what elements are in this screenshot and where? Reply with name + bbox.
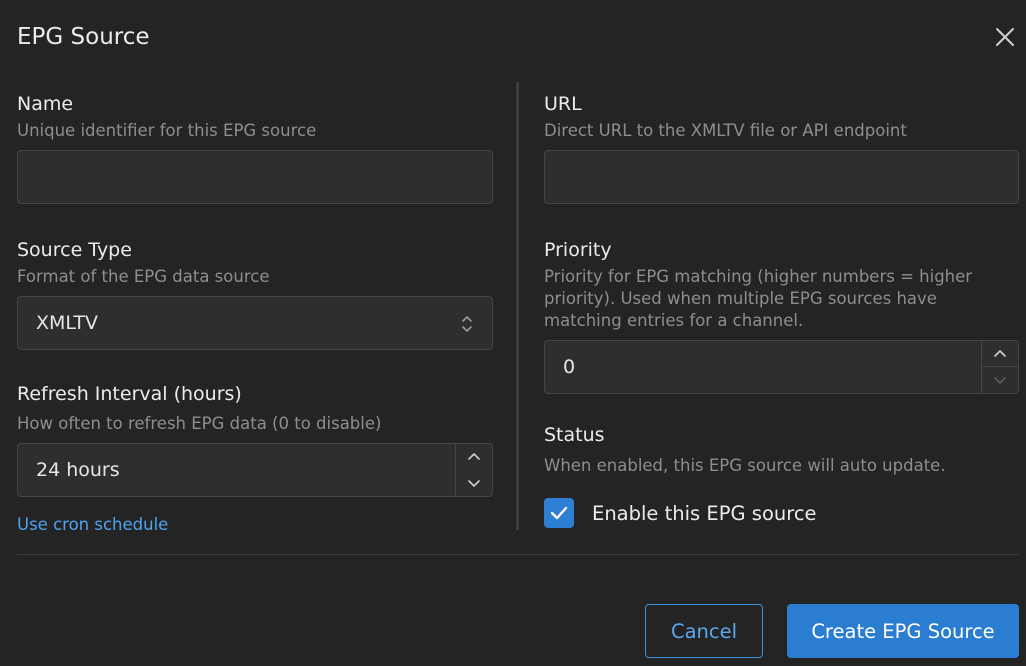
chevron-up-icon	[468, 452, 480, 460]
priority-value: 0	[563, 356, 576, 378]
status-help: When enabled, this EPG source will auto …	[544, 456, 946, 475]
url-field-group: URL Direct URL to the XMLTV file or API …	[544, 88, 1019, 204]
priority-increment-button[interactable]	[982, 341, 1018, 367]
refresh-increment-button[interactable]	[456, 444, 492, 470]
priority-label: Priority	[544, 239, 612, 261]
source-type-group: Source Type Format of the EPG data sourc…	[17, 234, 493, 350]
priority-help: Priority for EPG matching (higher number…	[544, 267, 973, 330]
source-type-label: Source Type	[17, 239, 132, 261]
url-label: URL	[544, 93, 582, 115]
footer-divider	[17, 554, 1019, 555]
enable-source-label: Enable this EPG source	[592, 501, 817, 525]
source-type-help: Format of the EPG data source	[17, 267, 270, 286]
refresh-interval-value: 24 hours	[36, 459, 120, 481]
enable-source-row: Enable this EPG source	[544, 498, 1019, 528]
check-icon	[550, 506, 568, 520]
name-label: Name	[17, 93, 74, 115]
status-group: Status When enabled, this EPG source wil…	[544, 419, 1019, 528]
chevron-down-icon	[994, 377, 1006, 384]
url-input[interactable]	[545, 151, 1018, 203]
enable-source-checkbox[interactable]	[544, 498, 574, 528]
close-button[interactable]	[990, 22, 1020, 52]
chevron-up-down-icon	[462, 316, 472, 332]
close-icon	[996, 28, 1014, 46]
source-type-select[interactable]: XMLTV	[17, 296, 493, 350]
name-input-wrapper	[17, 150, 493, 204]
priority-decrement-button[interactable]	[982, 367, 1018, 393]
epg-source-dialog: EPG Source Name Unique identifier for th…	[0, 0, 1026, 666]
priority-group: Priority Priority for EPG matching (high…	[544, 234, 1019, 394]
refresh-decrement-button[interactable]	[456, 470, 492, 496]
use-cron-schedule-link[interactable]: Use cron schedule	[17, 515, 168, 534]
status-label: Status	[544, 424, 605, 446]
chevron-up-icon	[994, 349, 1006, 357]
name-help: Unique identifier for this EPG source	[17, 121, 317, 140]
url-help: Direct URL to the XMLTV file or API endp…	[544, 121, 907, 140]
priority-stepper	[981, 341, 1018, 393]
refresh-interval-label: Refresh Interval (hours)	[17, 383, 242, 405]
left-column: Name Unique identifier for this EPG sour…	[17, 88, 493, 534]
name-input[interactable]	[18, 151, 492, 203]
cron-link-wrapper: Use cron schedule	[17, 515, 493, 534]
column-divider	[516, 82, 519, 530]
dialog-title: EPG Source	[17, 24, 150, 50]
chevron-down-icon	[468, 480, 480, 487]
url-input-wrapper	[544, 150, 1019, 204]
create-epg-source-button[interactable]: Create EPG Source	[787, 604, 1019, 658]
refresh-interval-input[interactable]: 24 hours	[17, 443, 493, 497]
cancel-button[interactable]: Cancel	[645, 604, 763, 658]
refresh-interval-stepper	[455, 444, 492, 496]
source-type-value: XMLTV	[36, 312, 98, 334]
refresh-interval-group: Refresh Interval (hours) How often to re…	[17, 378, 493, 497]
priority-input[interactable]: 0	[544, 340, 1019, 394]
right-column: URL Direct URL to the XMLTV file or API …	[544, 88, 1019, 528]
name-field-group: Name Unique identifier for this EPG sour…	[17, 88, 493, 204]
refresh-interval-help: How often to refresh EPG data (0 to disa…	[17, 414, 382, 433]
